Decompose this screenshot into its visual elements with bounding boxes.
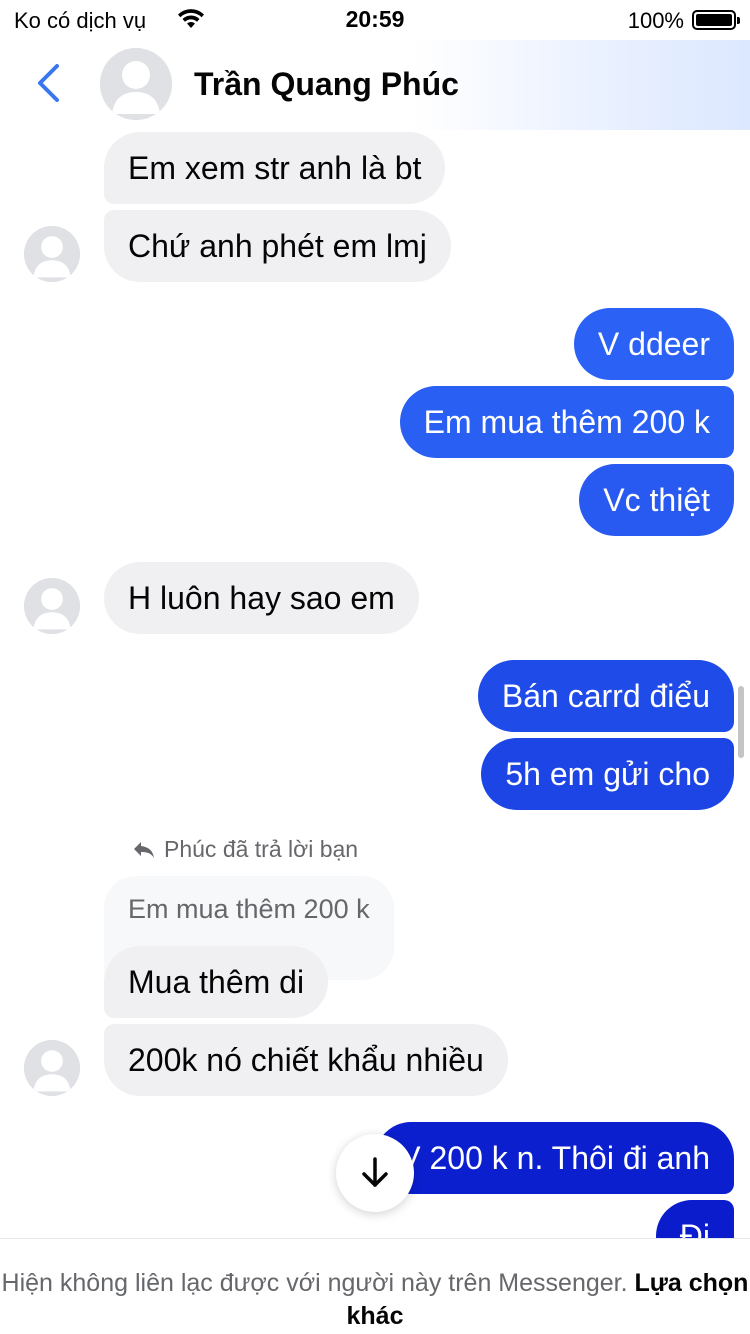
message-bubble-incoming[interactable]: Mua thêm di — [104, 946, 329, 1018]
notice-text: Hiện không liên lạc được với người này t… — [0, 1267, 750, 1333]
status-bar: Ko có dịch vụ 20:59 100% — [0, 0, 750, 40]
default-avatar-icon — [24, 1040, 80, 1096]
message-bubble-incoming[interactable]: 200k nó chiết khẩu nhiều — [104, 1024, 508, 1096]
chevron-left-icon — [38, 64, 59, 102]
scrollbar[interactable] — [738, 686, 744, 758]
message-bubble-incoming[interactable]: H luôn hay sao em — [104, 562, 419, 634]
message-bubble-incoming[interactable]: Em xem str anh là bt — [104, 132, 446, 204]
default-avatar-icon — [100, 48, 172, 120]
message-thread[interactable]: Em xem str anh là bt Chứ anh phét em lmj… — [0, 130, 750, 1238]
message-bubble-outgoing[interactable]: Vc thiệt — [579, 464, 734, 536]
message-bubble-outgoing[interactable]: Đi — [655, 1200, 734, 1238]
scroll-to-bottom-button[interactable] — [336, 1134, 414, 1212]
reply-label-text: Phúc đã trả lời bạn — [164, 836, 359, 862]
reply-arrow-icon — [134, 841, 154, 858]
sender-avatar[interactable] — [24, 1040, 80, 1096]
message-bubble-outgoing[interactable]: Bán carrd điểu — [477, 660, 734, 732]
battery-percentage: 100% — [627, 8, 684, 33]
unavailable-notice: Hiện không liên lạc được với người này t… — [0, 1238, 750, 1334]
default-avatar-icon — [24, 578, 80, 634]
reply-indicator: Phúc đã trả lời bạn — [132, 836, 358, 863]
message-bubble-outgoing[interactable]: V 200 k n. Thôi đi anh — [375, 1122, 734, 1194]
contact-avatar[interactable] — [100, 48, 172, 120]
arrow-down-icon — [362, 1157, 388, 1187]
message-bubble-incoming[interactable]: Chứ anh phét em lmj — [104, 210, 451, 282]
sender-avatar[interactable] — [24, 578, 80, 634]
notice-message: Hiện không liên lạc được với người này t… — [1, 1269, 628, 1297]
message-bubble-outgoing[interactable]: 5h em gửi cho — [481, 738, 734, 810]
battery-icon — [692, 10, 740, 30]
back-button[interactable] — [28, 58, 68, 108]
default-avatar-icon — [24, 226, 80, 282]
contact-name[interactable]: Trần Quang Phúc — [194, 66, 459, 103]
sender-avatar[interactable] — [24, 226, 80, 282]
message-bubble-outgoing[interactable]: V ddeer — [573, 308, 734, 380]
message-bubble-outgoing[interactable]: Em mua thêm 200 k — [399, 386, 734, 458]
conversation-header: Trần Quang Phúc — [0, 40, 750, 130]
